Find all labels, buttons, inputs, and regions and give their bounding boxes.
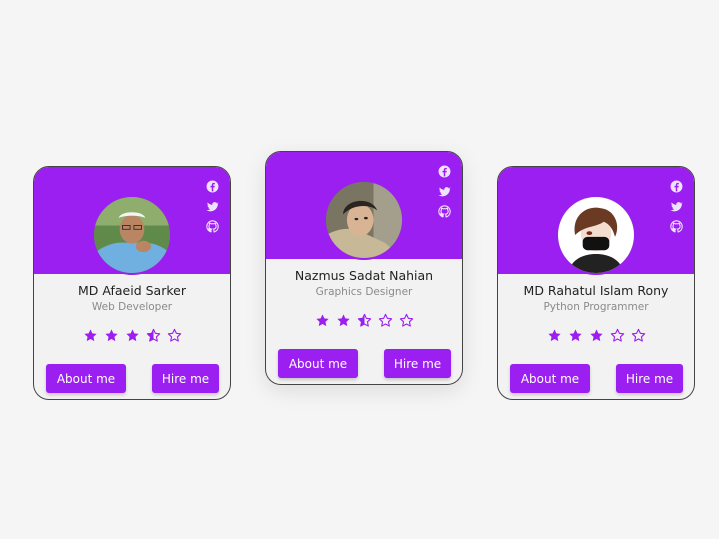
star-rating [34,328,230,343]
facebook-icon[interactable] [670,180,683,193]
star-icon [589,328,604,343]
avatar [324,180,404,260]
star-icon [568,328,583,343]
star-rating [266,313,462,328]
profile-name: MD Rahatul Islam Rony [523,283,669,298]
about-me-button[interactable]: About me [278,349,358,378]
social-links [438,165,451,218]
twitter-icon[interactable] [206,200,219,213]
star-empty-icon [610,328,625,343]
profile-name: Nazmus Sadat Nahian [294,268,434,283]
avatar [556,195,636,275]
twitter-icon[interactable] [438,185,451,198]
star-empty-icon [167,328,182,343]
about-me-button[interactable]: About me [46,364,126,393]
profile-card: MD Rahatul Islam Rony Python Programmer … [497,166,695,400]
star-icon [104,328,119,343]
star-icon [125,328,140,343]
facebook-icon[interactable] [206,180,219,193]
profile-role: Python Programmer [543,301,649,313]
about-me-button[interactable]: About me [510,364,590,393]
star-rating [498,328,694,343]
profile-card: MD Afaeid Sarker Web Developer About me … [33,166,231,400]
profile-role: Graphics Designer [315,286,413,298]
profile-role: Web Developer [91,301,173,313]
github-icon[interactable] [438,205,451,218]
social-links [670,180,683,233]
star-empty-icon [399,313,414,328]
hire-me-button[interactable]: Hire me [616,364,683,393]
star-half-icon [146,328,161,343]
star-half-icon [357,313,372,328]
github-icon[interactable] [206,220,219,233]
profile-card: Nazmus Sadat Nahian Graphics Designer Ab… [265,151,463,385]
star-empty-icon [631,328,646,343]
star-icon [83,328,98,343]
social-links [206,180,219,233]
hire-me-button[interactable]: Hire me [384,349,451,378]
avatar [92,195,172,275]
facebook-icon[interactable] [438,165,451,178]
star-empty-icon [378,313,393,328]
star-icon [315,313,330,328]
star-icon [336,313,351,328]
hire-me-button[interactable]: Hire me [152,364,219,393]
github-icon[interactable] [670,220,683,233]
twitter-icon[interactable] [670,200,683,213]
profile-name: MD Afaeid Sarker [78,283,186,298]
star-icon [547,328,562,343]
